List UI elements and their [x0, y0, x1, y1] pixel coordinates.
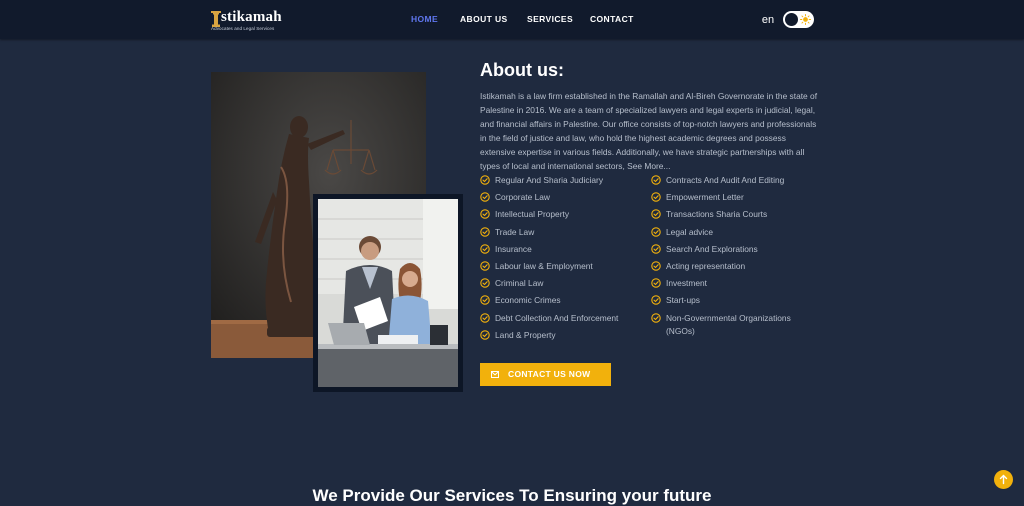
service-label: Labour law & Employment [495, 260, 593, 271]
service-item: Contracts And Audit And Editing [651, 174, 791, 191]
office-meeting-illustration [318, 199, 458, 387]
service-label: Corporate Law [495, 192, 550, 203]
check-circle-icon [651, 209, 661, 220]
check-circle-icon [651, 261, 661, 271]
service-item: Legal advice [651, 226, 791, 243]
check-circle-icon [651, 226, 661, 237]
service-label: Regular And Sharia Judiciary [495, 175, 604, 185]
sun-icon [800, 14, 811, 25]
about-title: About us: [480, 59, 564, 80]
check-circle-icon [480, 175, 490, 185]
service-label: Trade Law [495, 226, 535, 237]
check-circle-icon [480, 329, 490, 340]
check-circle-icon [651, 295, 661, 306]
check-circle-icon [480, 244, 490, 254]
nav-home[interactable]: HOME [411, 14, 438, 24]
about-description: Istikamah is a law firm established in t… [480, 91, 818, 172]
service-label: Investment [666, 278, 707, 289]
check-circle-icon [651, 175, 661, 185]
arrow-up-icon [999, 474, 1008, 485]
check-circle-icon [480, 295, 490, 306]
service-label: Legal advice [666, 226, 714, 237]
toggle-knob [785, 13, 798, 26]
scroll-to-top-button[interactable] [994, 470, 1013, 489]
brand-tagline: Advocates and Legal Services [211, 26, 275, 31]
service-label: Contracts And Audit And Editing [666, 175, 785, 185]
service-label: Insurance [495, 243, 532, 254]
nav-services[interactable]: SERVICES [527, 14, 573, 24]
service-item: Search And Explorations [651, 243, 791, 260]
service-item: (NGOs) [651, 325, 791, 342]
service-label: Search And Explorations [666, 243, 758, 254]
service-label: Empowerment Letter [666, 192, 744, 203]
service-label: Transactions Sharia Courts [666, 209, 768, 220]
service-item: Start-ups [651, 294, 791, 311]
check-circle-icon [480, 261, 490, 271]
brand-name: stikamah [221, 9, 282, 25]
office-photo-frame [313, 194, 463, 392]
contact-us-label: CONTACT US NOW [508, 369, 591, 379]
check-circle-icon [651, 278, 661, 288]
check-circle-icon [480, 278, 490, 288]
service-item: Investment [651, 277, 791, 294]
check-circle-icon [480, 312, 490, 323]
service-item: Economic Crimes [480, 294, 618, 311]
service-item: Empowerment Letter [651, 191, 791, 208]
services-section-title: We Provide Our Services To Ensuring your… [312, 486, 712, 506]
services-list-left: Regular And Sharia Judiciary Corporate La… [480, 174, 618, 346]
nav-contact[interactable]: CONTACT [590, 14, 634, 24]
service-item: Corporate Law [480, 191, 618, 208]
service-item: Debt Collection And Enforcement [480, 312, 618, 329]
service-label: Start-ups [666, 295, 700, 306]
service-item: Insurance [480, 243, 618, 260]
theme-toggle[interactable] [783, 11, 814, 28]
check-circle-icon [480, 226, 490, 237]
service-item: Acting representation [651, 260, 791, 277]
check-circle-icon [651, 192, 661, 202]
service-item: Criminal Law [480, 277, 618, 294]
service-item: Regular And Sharia Judiciary [480, 174, 618, 191]
service-label: (NGOs) [666, 325, 695, 336]
language-switcher[interactable]: en [760, 11, 776, 29]
service-label: Economic Crimes [495, 295, 561, 306]
service-item: Labour law & Employment [480, 260, 618, 277]
service-label: Intellectual Property [495, 209, 570, 220]
service-label: Non-Governmental Organizations [666, 312, 791, 323]
service-item: Intellectual Property [480, 208, 618, 225]
service-label: Acting representation [666, 260, 746, 271]
services-list-right: Contracts And Audit And Editing Empowerme… [651, 174, 791, 342]
nav-about-us[interactable]: ABOUT US [460, 14, 508, 24]
service-item: Land & Property [480, 329, 618, 346]
check-circle-icon [480, 209, 490, 220]
service-label: Criminal Law [495, 278, 544, 289]
check-circle-icon [651, 312, 661, 323]
brand-logo[interactable]: stikamah Advocates and Legal Services [210, 8, 290, 32]
check-circle-icon [480, 192, 490, 202]
check-circle-icon [651, 244, 661, 254]
contact-us-button[interactable]: CONTACT US NOW [480, 363, 611, 386]
top-navbar: stikamah Advocates and Legal Services HO… [0, 0, 1024, 39]
mail-icon [491, 371, 499, 378]
service-item: Transactions Sharia Courts [651, 208, 791, 225]
service-label: Debt Collection And Enforcement [495, 312, 619, 323]
office-meeting-photo [318, 199, 458, 387]
service-item: Trade Law [480, 226, 618, 243]
service-label: Land & Property [495, 329, 556, 340]
